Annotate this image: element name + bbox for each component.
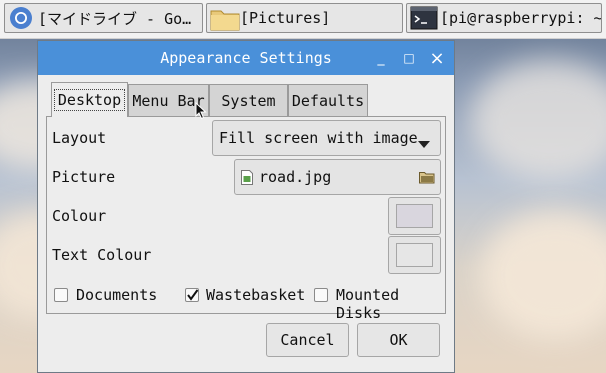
taskbar-item-label: [pi@raspberrypi: ~] xyxy=(440,9,602,27)
tab-desktop[interactable]: Desktop xyxy=(51,82,128,117)
documents-checkbox[interactable] xyxy=(54,288,68,302)
layout-label: Layout xyxy=(52,129,107,147)
maximize-button[interactable]: □ xyxy=(396,41,422,75)
colour-label: Colour xyxy=(52,207,107,225)
taskbar-item-browser[interactable]: [マイドライブ - Go… xyxy=(4,3,203,33)
colour-swatch xyxy=(396,204,433,228)
picture-value: road.jpg xyxy=(259,168,332,186)
image-file-icon xyxy=(241,169,253,185)
folder-open-icon xyxy=(419,170,435,188)
picture-file-chooser[interactable]: road.jpg xyxy=(234,159,441,195)
wastebasket-checkbox[interactable] xyxy=(185,288,199,302)
taskbar-item-terminal[interactable]: [pi@raspberrypi: ~] xyxy=(406,3,602,33)
layout-value: Fill screen with image xyxy=(219,129,418,147)
layout-dropdown[interactable]: Fill screen with image xyxy=(212,120,441,156)
terminal-icon xyxy=(410,5,438,31)
documents-label: Documents xyxy=(76,286,158,304)
text-colour-label: Text Colour xyxy=(52,246,152,264)
mouse-pointer-icon xyxy=(195,102,207,120)
appearance-settings-dialog: Appearance Settings _ □ × Desktop Menu B… xyxy=(37,40,455,373)
taskbar: [マイドライブ - Go… [Pictures] [pi@raspberrypi… xyxy=(0,0,606,39)
mounted-disks-checkbox[interactable] xyxy=(314,288,328,302)
dialog-title: Appearance Settings xyxy=(160,49,332,67)
minimize-button[interactable]: _ xyxy=(368,41,394,75)
chevron-down-icon xyxy=(418,135,430,153)
checkmark-icon xyxy=(187,289,199,301)
picture-label: Picture xyxy=(52,168,116,186)
chromium-icon xyxy=(8,5,34,31)
taskbar-item-label: [マイドライブ - Go… xyxy=(38,9,192,28)
ok-button[interactable]: OK xyxy=(357,323,440,357)
taskbar-item-pictures[interactable]: [Pictures] xyxy=(206,3,403,33)
folder-icon xyxy=(210,5,240,31)
tab-system[interactable]: System xyxy=(209,84,288,117)
desktop-tab-panel: Layout Fill screen with image Picture ro… xyxy=(46,116,446,322)
colour-button[interactable] xyxy=(388,197,441,235)
cancel-button[interactable]: Cancel xyxy=(266,323,349,357)
taskbar-item-label: [Pictures] xyxy=(240,9,331,27)
titlebar[interactable]: Appearance Settings _ □ × xyxy=(38,41,454,75)
text-colour-swatch xyxy=(396,243,433,267)
close-button[interactable]: × xyxy=(424,41,450,75)
wastebasket-label: Wastebasket xyxy=(206,286,306,304)
tab-defaults[interactable]: Defaults xyxy=(288,84,368,117)
text-colour-button[interactable] xyxy=(388,236,441,274)
mounted-disks-label: Mounted Disks xyxy=(336,286,400,322)
